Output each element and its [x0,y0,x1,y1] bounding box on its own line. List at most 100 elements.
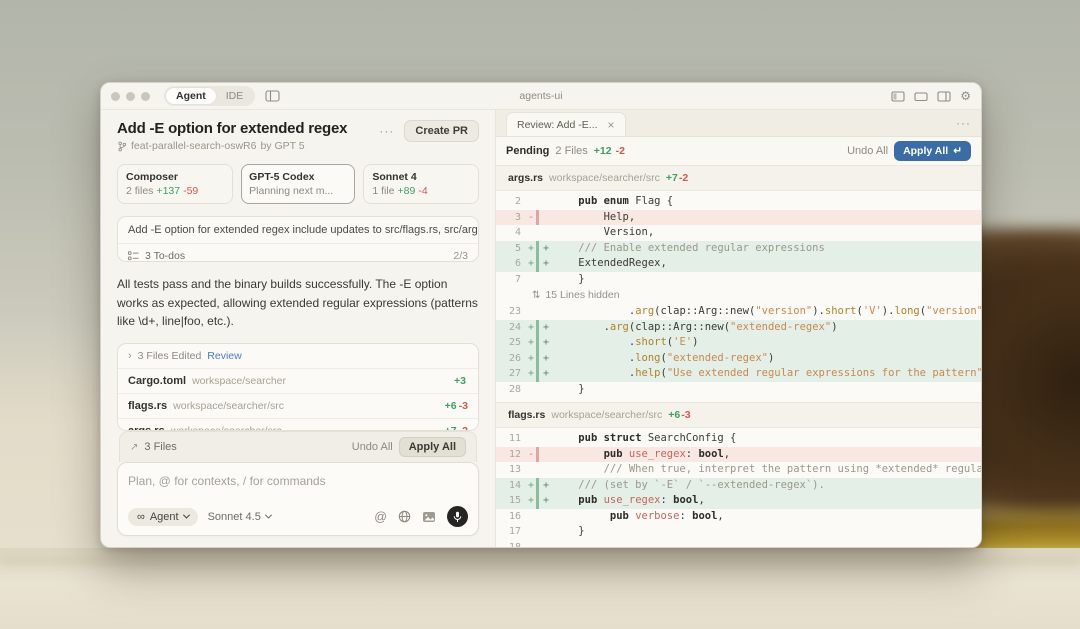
review-panel: Review: Add -E... × ··· Pending 2 Files … [496,110,981,548]
image-icon[interactable] [422,511,436,523]
code-line: 17 } [496,524,981,540]
review-link[interactable]: Review [207,350,241,362]
code-line: 18 [496,540,981,549]
additions: +137 [156,185,180,197]
diff-code: 11 pub struct SearchConfig {12- pub use_… [496,428,981,548]
diff-code: 2 pub enum Flag {3- Help,4 Version,5++ /… [496,191,981,402]
pending-label: Pending [506,145,549,157]
code-line: 26++ .long("extended-regex") [496,351,981,367]
agent-mode-label: Agent [150,511,179,523]
hidden-lines-toggle[interactable]: ⇅15 Lines hidden [496,287,981,304]
diff-section: flags.rsworkspace/searcher/src+6-311 pub… [496,402,981,548]
agent-mode-dropdown[interactable]: ∞ Agent [128,508,198,526]
code-line: 12- pub use_regex: bool, [496,447,981,463]
chevron-right-icon: › [128,350,132,362]
branch-name: feat-parallel-search-oswR6 [131,140,256,152]
painting-sand-band [0,556,1080,565]
infinity-icon: ∞ [137,511,145,523]
close-window-button[interactable] [111,92,120,101]
return-key-icon: ↵ [953,145,962,157]
files-count: 3 Files [144,441,176,453]
model-name: Sonnet 4 [372,171,470,183]
branch-author: by GPT 5 [260,140,304,152]
code-line: 24++ .arg(clap::Arg::new("extended-regex… [496,320,981,336]
model-cards: Composer 2 files +137-59 GPT-5 Codex Pla… [117,164,479,204]
composer-input[interactable] [128,474,468,488]
maximize-window-button[interactable] [141,92,150,101]
sidebar-toggle-icon[interactable] [265,90,280,102]
code-line: 27++ .help("Use extended regular express… [496,366,981,382]
tab-agent[interactable]: Agent [166,88,216,104]
agent-panel: Add -E option for extended regex feat-pa… [101,110,496,548]
review-tab[interactable]: Review: Add -E... × [506,112,626,136]
undo-all-button[interactable]: Undo All [352,441,393,453]
model-files: 1 file [372,185,394,197]
file-row-flags-rs[interactable]: flags.rs workspace/searcher/src +6-3 [118,393,478,418]
files-edited-label: 3 Files Edited [138,350,202,362]
minimize-window-button[interactable] [126,92,135,101]
pending-files-bar: ↗ 3 Files Undo All Apply All [119,431,477,462]
tabstrip-more-icon[interactable]: ··· [956,116,971,130]
files-edited-box: › 3 Files Edited Review Cargo.toml works… [117,343,479,431]
close-icon[interactable]: × [608,119,615,131]
model-dropdown[interactable]: Sonnet 4.5 [208,511,271,523]
apply-all-button[interactable]: Apply All [399,437,466,457]
task-card[interactable]: Add -E option for extended regex include… [117,216,479,262]
files-edited-header[interactable]: › 3 Files Edited Review [118,344,478,368]
thread-title: Add -E option for extended regex [117,120,347,137]
code-line: 4 Version, [496,225,981,241]
code-line: 28 } [496,382,981,398]
model-name: Composer [126,171,224,183]
model-card-gpt5-codex[interactable]: GPT-5 Codex Planning next m... [241,164,356,204]
diff-sections: args.rsworkspace/searcher/src+7-22 pub e… [496,166,981,548]
model-card-sonnet4[interactable]: Sonnet 4 1 file +89-4 [363,164,479,204]
file-row-cargo-toml[interactable]: Cargo.toml workspace/searcher +3 [118,368,478,393]
chevron-down-icon [183,512,190,519]
diff-file-header[interactable]: args.rsworkspace/searcher/src+7-2 [496,166,981,191]
model-label: Sonnet 4.5 [208,511,261,523]
code-line: 7 } [496,272,981,288]
settings-gear-icon[interactable]: ⚙ [960,90,971,102]
mode-switcher: Agent IDE [164,86,255,106]
panel-left-icon[interactable] [891,91,905,102]
additions: +89 [398,185,416,197]
review-tab-label: Review: Add -E... [517,119,598,131]
model-name: GPT-5 Codex [249,171,347,183]
code-line: 15++ pub use_regex: bool, [496,493,981,509]
app-window: Agent IDE agents-ui ⚙ Add -E option for [100,82,982,548]
create-pr-button[interactable]: Create PR [404,120,479,142]
additions: +6 [445,400,457,412]
microphone-button[interactable] [447,506,468,527]
globe-icon[interactable] [398,510,411,523]
composer: ∞ Agent Sonnet 4.5 @ [117,462,479,536]
titlebar: Agent IDE agents-ui ⚙ [101,83,981,110]
deletions: -59 [183,185,198,197]
arrow-up-right-icon: ↗ [130,442,138,453]
editor-tabstrip: Review: Add -E... × ··· [496,110,981,137]
code-line: 11 pub struct SearchConfig { [496,431,981,447]
diff-file-header[interactable]: flags.rsworkspace/searcher/src+6-3 [496,402,981,428]
apply-all-button[interactable]: Apply All ↵ [894,141,971,161]
undo-all-button[interactable]: Undo All [847,145,888,157]
deletions: -2 [616,145,625,157]
additions: +12 [594,145,612,157]
todo-list-icon [128,251,139,261]
file-row-args-rs[interactable]: args.rs workspace/searcher/src +7-2 [118,418,478,431]
tab-ide[interactable]: IDE [216,88,254,104]
apply-all-label: Apply All [903,145,948,157]
code-line: 13 /// When true, interpret the pattern … [496,462,981,478]
file-name: flags.rs [128,400,167,412]
deletions: -4 [418,185,427,197]
panel-right-icon[interactable] [937,91,951,102]
model-files: 2 files [126,185,153,197]
code-line: 23 .arg(clap::Arg::new("version").short(… [496,304,981,320]
panel-bottom-icon[interactable] [914,91,928,102]
task-text: Add -E option for extended regex include… [118,217,478,244]
more-options-icon[interactable]: ··· [379,124,394,138]
window-controls[interactable] [111,92,150,101]
pending-review-bar: Pending 2 Files +12 -2 Undo All Apply Al… [496,137,981,166]
agent-summary: All tests pass and the binary builds suc… [117,275,479,331]
model-card-composer[interactable]: Composer 2 files +137-59 [117,164,233,204]
todo-progress: 2/3 [453,250,468,262]
mention-icon[interactable]: @ [374,510,387,524]
